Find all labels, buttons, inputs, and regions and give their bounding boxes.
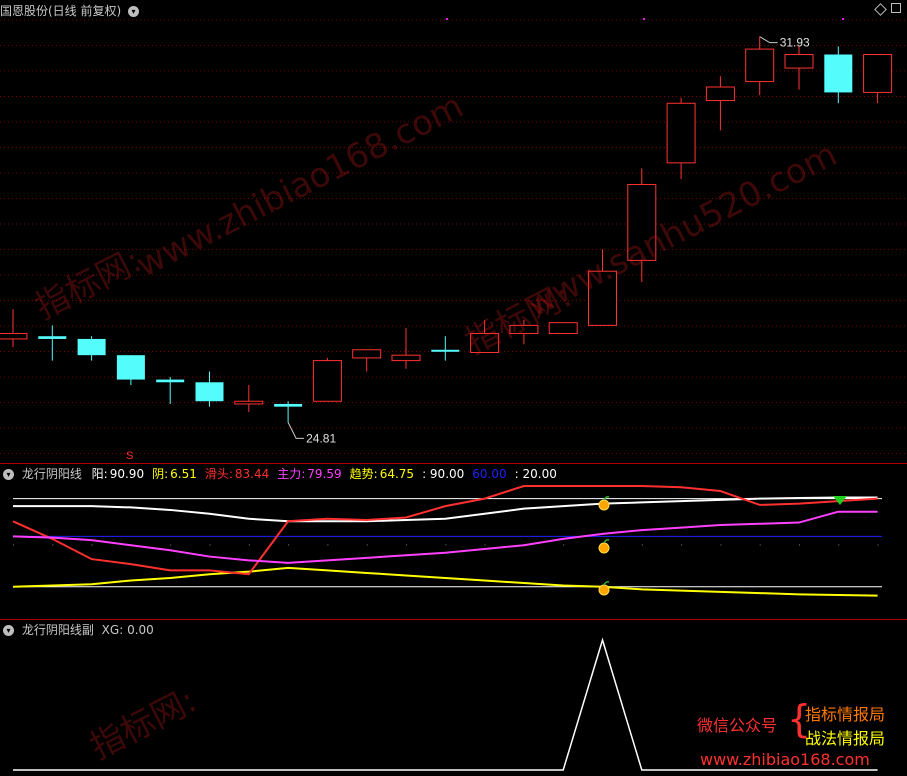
main-price-panel[interactable]: 国恩股份(日线 前复权) ▾ 31.93 24.81 S [0, 0, 907, 463]
xg-label: XG: [101, 623, 124, 637]
indicator-chart [12, 485, 882, 597]
legend-label: 主力: [277, 467, 306, 481]
dot-marker [877, 544, 879, 546]
dot-marker [248, 544, 250, 546]
promo-wechat-label: 微信公众号 [697, 716, 778, 735]
dot-marker [209, 544, 211, 546]
dot-marker [720, 544, 722, 546]
dot-marker [91, 544, 93, 546]
high-pointer [759, 36, 778, 44]
xg-dropdown-icon[interactable]: ▾ [3, 625, 14, 636]
indicator-dropdown-icon[interactable]: ▾ [3, 469, 14, 480]
sell-signal-marker: S [126, 450, 133, 462]
indicator-title: 龙行阴阳线 [21, 467, 82, 481]
dot-marker [445, 544, 447, 546]
dot-marker [288, 544, 290, 546]
legend-label: 阴: [152, 467, 169, 481]
dot-marker [799, 544, 800, 546]
dot-marker [13, 544, 14, 546]
top-marker-dot [446, 18, 448, 20]
candle-body-down [38, 336, 67, 339]
candle-body-up [784, 54, 814, 69]
candlestick-chart: 31.93 24.81 S [0, 18, 907, 462]
legend-label: 滑头: [204, 467, 233, 481]
dot-marker [759, 544, 761, 546]
candle-body-up [863, 54, 893, 93]
candle-body-down [824, 54, 853, 93]
fruit-signal-icon [598, 542, 610, 554]
legend-value: 6.51 [170, 467, 197, 481]
series-line-阴 [12, 566, 878, 597]
candle-body-down [274, 403, 303, 407]
candle-body-up [0, 333, 28, 340]
candle-body-up [588, 270, 617, 326]
dot-marker [838, 544, 840, 546]
fruit-signal-icon [598, 584, 610, 596]
legend-value: 83.44 [234, 467, 270, 481]
legend-value: : 90.00 [422, 467, 465, 481]
legend-value: 64.75 [379, 467, 415, 481]
legend-value: 79.59 [307, 467, 342, 481]
promo-line-1: 指标情报局 [805, 705, 886, 724]
candle-body-down [156, 379, 185, 383]
dot-marker [681, 544, 683, 546]
candle-body-up [548, 322, 578, 335]
low-price-label: 24.81 [306, 431, 336, 445]
dot-marker [170, 544, 172, 546]
indicator-legend: ▾ 龙行阴阳线 阳: 90.90 阴: 6.51 滑头: 83.44 主力: 79.59 趋势:… [0, 466, 565, 482]
xg-value: 0.00 [127, 623, 154, 637]
candle-body-up [312, 360, 342, 402]
fruit-signal-icon [598, 499, 610, 511]
settings-dropdown-icon[interactable]: ▾ [128, 6, 140, 17]
dot-marker [366, 544, 368, 546]
promo-url: www.zhibiao168.com [700, 750, 870, 769]
dot-marker [484, 544, 486, 546]
xg-legend: ▾ 龙行阴阳线副 XG: 0.00 [0, 622, 154, 638]
dot-marker [563, 544, 565, 546]
dot-marker [52, 544, 54, 546]
candle-body-up [391, 354, 421, 362]
legend-value: : 20.00 [514, 467, 557, 481]
candle-body-down [116, 355, 145, 380]
indicator-panel[interactable]: ▾ 龙行阴阳线 阳: 90.90 阴: 6.51 滑头: 83.44 主力: 79.59 趋势:… [0, 463, 907, 620]
xg-panel-title: 龙行阴阳线副 [21, 623, 94, 637]
dot-marker [641, 544, 643, 546]
legend-value: 60.00 [472, 467, 507, 481]
fruit-leaf-icon [603, 581, 610, 586]
legend-label: 阳: [91, 467, 108, 481]
dot-marker [327, 544, 329, 546]
candle-body-down [431, 349, 460, 352]
expand-icon[interactable] [891, 3, 901, 13]
candle-body-up [627, 184, 657, 261]
candle-body-up [666, 102, 696, 164]
candle-body-up [470, 333, 500, 353]
high-price-label: 31.93 [780, 36, 810, 50]
candle-body-up [745, 48, 775, 83]
legend-value: 90.90 [109, 467, 145, 481]
main-panel-header: 国恩股份(日线 前复权) ▾ [0, 3, 143, 19]
candle-body-up [234, 400, 264, 405]
fruit-leaf-icon [603, 539, 610, 544]
promo-line-2: 战法情报局 [805, 729, 886, 748]
top-marker-dot [643, 18, 645, 20]
main-panel-title: 国恩股份(日线 前复权) [0, 4, 122, 18]
candle-body-up [352, 349, 382, 359]
low-pointer [287, 422, 305, 439]
candle-body-down [77, 338, 106, 356]
dot-marker [406, 544, 407, 546]
candle-body-up [705, 86, 735, 102]
top-marker-dot [842, 18, 844, 20]
candle-body-down [195, 382, 224, 402]
legend-label: 趋势: [349, 467, 378, 481]
candle-body-up [509, 324, 539, 335]
